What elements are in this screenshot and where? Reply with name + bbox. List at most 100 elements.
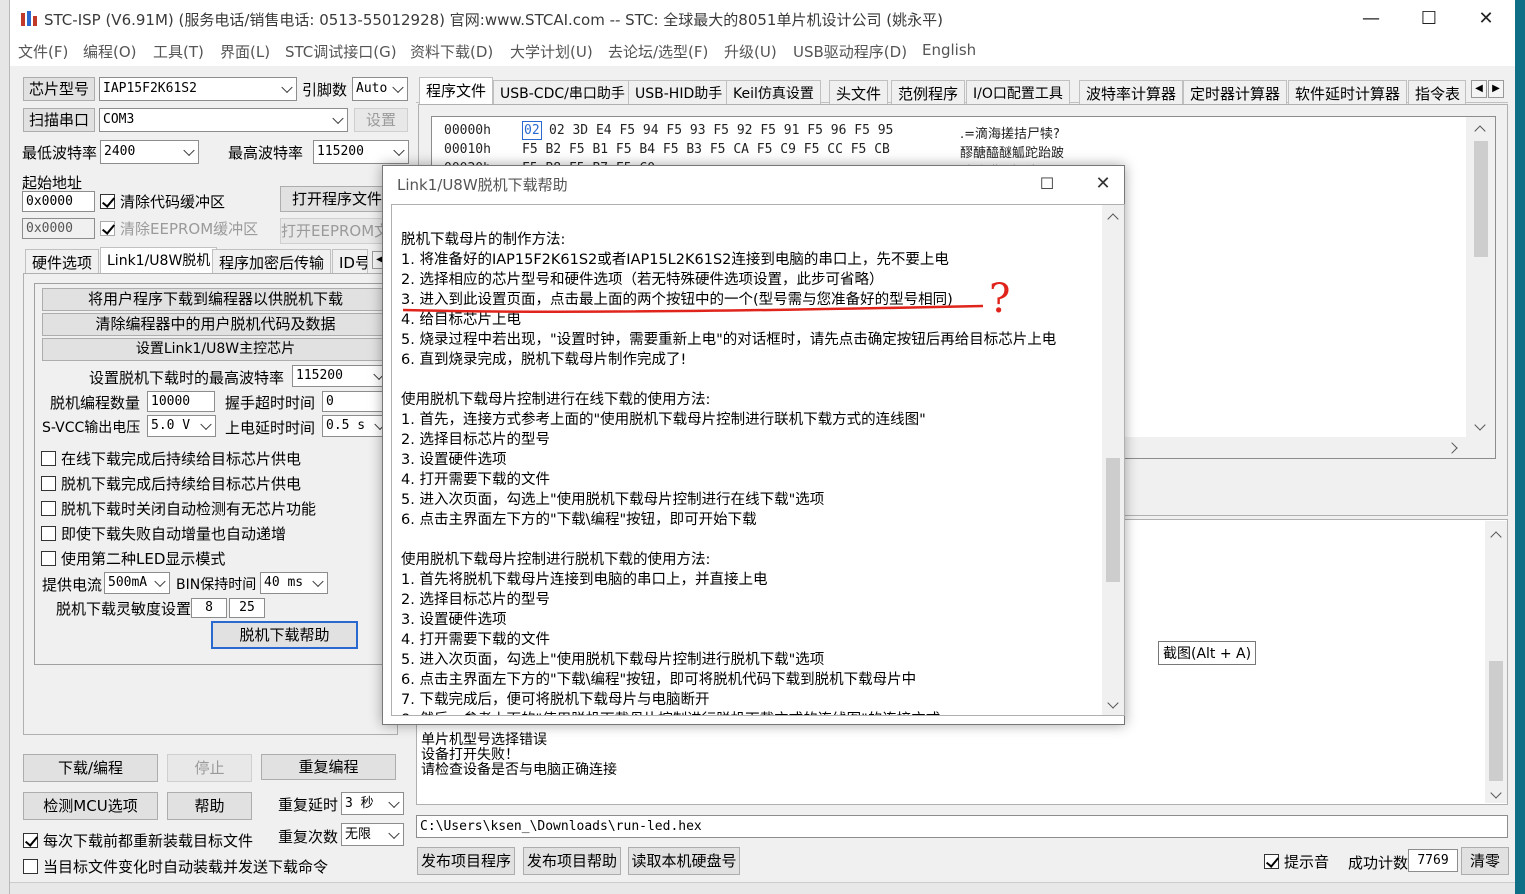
- max-baud-select[interactable]: 115200: [313, 140, 409, 164]
- file-path-field[interactable]: C:\Users\ksen_\Downloads\run-led.hex: [416, 815, 1508, 838]
- tab-id-number[interactable]: ID号: [332, 249, 368, 274]
- power-on-delay-select[interactable]: 0.5 s: [322, 415, 390, 437]
- tab-usb-hid[interactable]: USB-HID助手: [628, 80, 730, 104]
- tab-instruction-table[interactable]: 指令表: [1408, 80, 1466, 104]
- bin-hold-time-select[interactable]: 40 ms: [260, 572, 328, 594]
- offline-help-button[interactable]: 脱机下载帮助: [211, 621, 358, 649]
- scroll-up-icon: [1474, 125, 1486, 137]
- tab-io-config[interactable]: I/O口配置工具: [966, 80, 1070, 104]
- menu-download[interactable]: 资料下载(D): [410, 41, 493, 62]
- repeat-count-select[interactable]: 无限: [341, 823, 404, 846]
- eeprom-address-input[interactable]: 0x0000: [22, 218, 95, 239]
- reload-before-download-checkbox[interactable]: 每次下载前都重新装载目标文件: [23, 830, 253, 851]
- red-underline-annotation: [402, 304, 984, 313]
- checkbox-checked: [1264, 854, 1279, 869]
- read-disk-id-button[interactable]: 读取本机硬盘号: [628, 847, 740, 875]
- menu-file[interactable]: 文件(F): [18, 41, 68, 62]
- min-baud-label: 最低波特率: [22, 144, 98, 162]
- menu-upgrade[interactable]: 升级(U): [724, 41, 777, 62]
- port-select[interactable]: COM3: [99, 108, 348, 132]
- hex-row-first-byte: 02: [522, 121, 542, 140]
- download-program-button[interactable]: 下载/编程: [23, 754, 158, 782]
- app-logo-icon: [20, 10, 38, 28]
- stop-button[interactable]: 停止: [167, 754, 252, 782]
- chip-type-select[interactable]: IAP15F2K61S2: [99, 77, 297, 101]
- tab-header-file[interactable]: 头文件: [829, 80, 889, 104]
- repeat-program-button[interactable]: 重复编程: [261, 754, 396, 780]
- tab-baud-calculator[interactable]: 波特率计算器: [1079, 80, 1184, 104]
- tab-sample-program[interactable]: 范例程序: [891, 80, 966, 104]
- dialog-maximize-button[interactable]: ☐: [1023, 169, 1071, 199]
- checkbox-box: [41, 501, 56, 516]
- chevron-down-icon: [312, 575, 324, 588]
- dialog-vertical-scrollbar[interactable]: [1102, 205, 1124, 715]
- offline-count-input[interactable]: 10000: [147, 391, 215, 412]
- dialog-text-area[interactable]: 脱机下载母片的制作方法: 1. 将准备好的IAP15F2K61S2或者IAP15L…: [391, 204, 1125, 716]
- repeat-delay-label: 重复延时: [278, 796, 339, 814]
- help-text-line: 7. 下载完成后，便可将脱机下载母片与电脑断开: [401, 692, 710, 708]
- code-address-input[interactable]: 0x0000: [22, 191, 95, 212]
- clear-code-buffer-checkbox[interactable]: 清除代码缓冲区: [100, 191, 225, 212]
- dialog-title: Link1/U8W脱机下载帮助: [397, 176, 568, 194]
- offline-max-baud-select[interactable]: 115200: [292, 365, 389, 387]
- download-to-programmer-button[interactable]: 将用户程序下载到编程器以供脱机下载: [42, 288, 389, 311]
- open-eeprom-file-button[interactable]: 打开EEPROM文件: [280, 218, 394, 244]
- scroll-thumb[interactable]: [1474, 141, 1488, 257]
- menu-forum[interactable]: 去论坛/选型(F): [608, 41, 708, 62]
- min-baud-select[interactable]: 2400: [100, 140, 199, 164]
- tab-scroll-left-button[interactable]: ◀: [1471, 80, 1487, 98]
- set-link1-master-button[interactable]: 设置Link1/U8W主控芯片: [42, 338, 389, 361]
- clear-count-button[interactable]: 清零: [1461, 847, 1509, 875]
- menu-program[interactable]: 编程(O): [83, 41, 137, 62]
- menu-university[interactable]: 大学计划(U): [510, 41, 593, 62]
- repeat-delay-select[interactable]: 3 秒: [341, 792, 404, 815]
- tab-usb-cdc[interactable]: USB-CDC/串口助手: [493, 80, 632, 104]
- tab-delay-calculator[interactable]: 软件延时计算器: [1288, 80, 1408, 104]
- supply-current-select[interactable]: 500mA: [104, 572, 170, 594]
- sensitivity-input-2[interactable]: 25: [229, 598, 265, 618]
- menu-usb-driver[interactable]: USB驱动程序(D): [793, 41, 907, 62]
- second-led-mode-checkbox[interactable]: 使用第二种LED显示模式: [41, 548, 225, 569]
- offline-help-dialog: Link1/U8W脱机下载帮助 ☐ ✕ 脱机下载母片的制作方法: 1. 将准备好的…: [382, 165, 1125, 725]
- beep-checkbox[interactable]: 提示音: [1264, 851, 1329, 872]
- clear-eeprom-buffer-checkbox[interactable]: 清除EEPROM缓冲区: [100, 218, 258, 239]
- tab-keil-settings[interactable]: Keil仿真设置: [726, 80, 821, 104]
- port-settings-button[interactable]: 设置: [354, 108, 408, 132]
- auto-increment-checkbox[interactable]: 即使下载失败自动增量也自动递增: [41, 523, 286, 544]
- help-button[interactable]: 帮助: [167, 792, 252, 820]
- tab-hardware-options[interactable]: 硬件选项: [25, 249, 100, 274]
- publish-program-button[interactable]: 发布项目程序: [417, 847, 515, 875]
- detect-mcu-options-button[interactable]: 检测MCU选项: [23, 792, 158, 820]
- menu-tools[interactable]: 工具(T): [153, 41, 204, 62]
- online-keep-power-checkbox[interactable]: 在线下载完成后持续给目标芯片供电: [41, 448, 301, 469]
- tab-timer-calculator[interactable]: 定时器计算器: [1183, 80, 1288, 104]
- scroll-thumb[interactable]: [1489, 661, 1503, 781]
- menu-debug[interactable]: STC调试接口(G): [285, 41, 397, 62]
- publish-help-button[interactable]: 发布项目帮助: [523, 847, 621, 875]
- clear-programmer-button[interactable]: 清除编程器中的用户脱机代码及数据: [42, 313, 389, 336]
- pins-select[interactable]: Auto: [352, 77, 408, 101]
- hex-vertical-scrollbar[interactable]: [1466, 117, 1495, 437]
- dialog-close-button[interactable]: ✕: [1079, 169, 1127, 199]
- tab-scroll-right-button[interactable]: ▶: [1488, 80, 1504, 98]
- auto-load-send-checkbox[interactable]: 当目标文件变化时自动装载并发送下载命令: [23, 856, 328, 877]
- menu-english[interactable]: English: [922, 41, 976, 59]
- handshake-timeout-input[interactable]: 0: [322, 391, 390, 412]
- tab-encrypted-transfer[interactable]: 程序加密后传输: [212, 249, 332, 274]
- close-button[interactable]: ✕: [1457, 0, 1515, 38]
- minimize-button[interactable]: —: [1342, 0, 1400, 38]
- offline-keep-power-checkbox[interactable]: 脱机下载完成后持续给目标芯片供电: [41, 473, 301, 494]
- maximize-button[interactable]: ☐: [1400, 0, 1458, 38]
- open-program-file-button[interactable]: 打开程序文件: [280, 186, 394, 212]
- tab-program-file[interactable]: 程序文件: [419, 77, 494, 104]
- checkbox-box: [41, 526, 56, 541]
- sensitivity-input-1[interactable]: 8: [191, 598, 227, 618]
- tab-link1-offline[interactable]: Link1/U8W脱机: [100, 247, 218, 274]
- menu-interface[interactable]: 界面(L): [220, 41, 270, 62]
- svcc-voltage-select[interactable]: 5.0 V: [147, 415, 216, 437]
- scroll-thumb[interactable]: [1106, 458, 1120, 582]
- log-vertical-scrollbar[interactable]: [1485, 521, 1507, 803]
- help-text-line: 3. 设置硬件选项: [401, 612, 507, 628]
- scan-port-button[interactable]: 扫描串口: [23, 108, 95, 132]
- disable-chip-detect-checkbox[interactable]: 脱机下载时关闭自动检测有无芯片功能: [41, 498, 316, 519]
